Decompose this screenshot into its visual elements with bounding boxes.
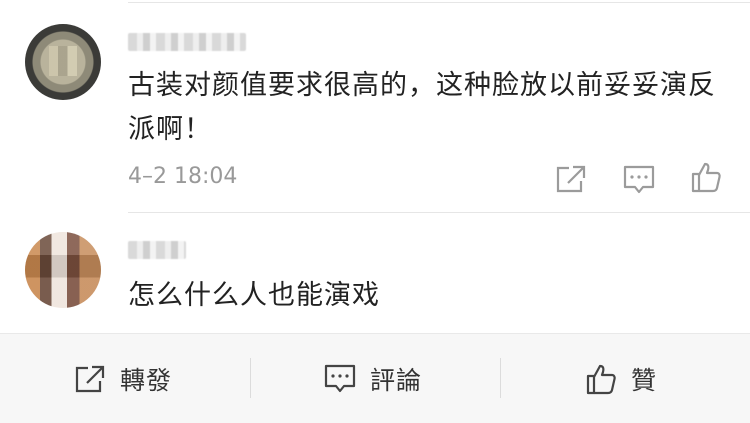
bottom-action-bar: 轉發 評論 贊 — [0, 333, 750, 423]
repost-icon — [75, 365, 105, 392]
separator — [500, 358, 501, 398]
share-icon[interactable] — [555, 164, 587, 194]
top-divider — [128, 2, 750, 3]
user-avatar[interactable] — [25, 232, 101, 308]
like-icon — [586, 364, 616, 394]
comment-divider — [128, 212, 750, 213]
like-label: 贊 — [631, 365, 658, 395]
comment-timestamp: 4–2 18:04 — [128, 164, 238, 189]
comment-text: 古装对颜值要求很高的，这种脸放以前妥妥演反派啊！ — [128, 70, 716, 145]
comment-icon — [324, 364, 356, 392]
repost-button[interactable]: 轉發 — [74, 334, 172, 423]
comment-text: 怎么什么人也能演戏 — [128, 280, 380, 311]
like-button[interactable]: 贊 — [585, 334, 657, 423]
separator — [250, 358, 251, 398]
repost-label: 轉發 — [120, 365, 173, 395]
user-avatar[interactable] — [25, 24, 101, 100]
comment-label: 評論 — [370, 365, 423, 395]
comment-button[interactable]: 評論 — [324, 334, 422, 423]
username-blurred[interactable] — [128, 33, 246, 51]
comment-icon[interactable] — [623, 165, 655, 195]
like-icon[interactable] — [690, 161, 722, 193]
username-blurred[interactable] — [128, 241, 186, 259]
